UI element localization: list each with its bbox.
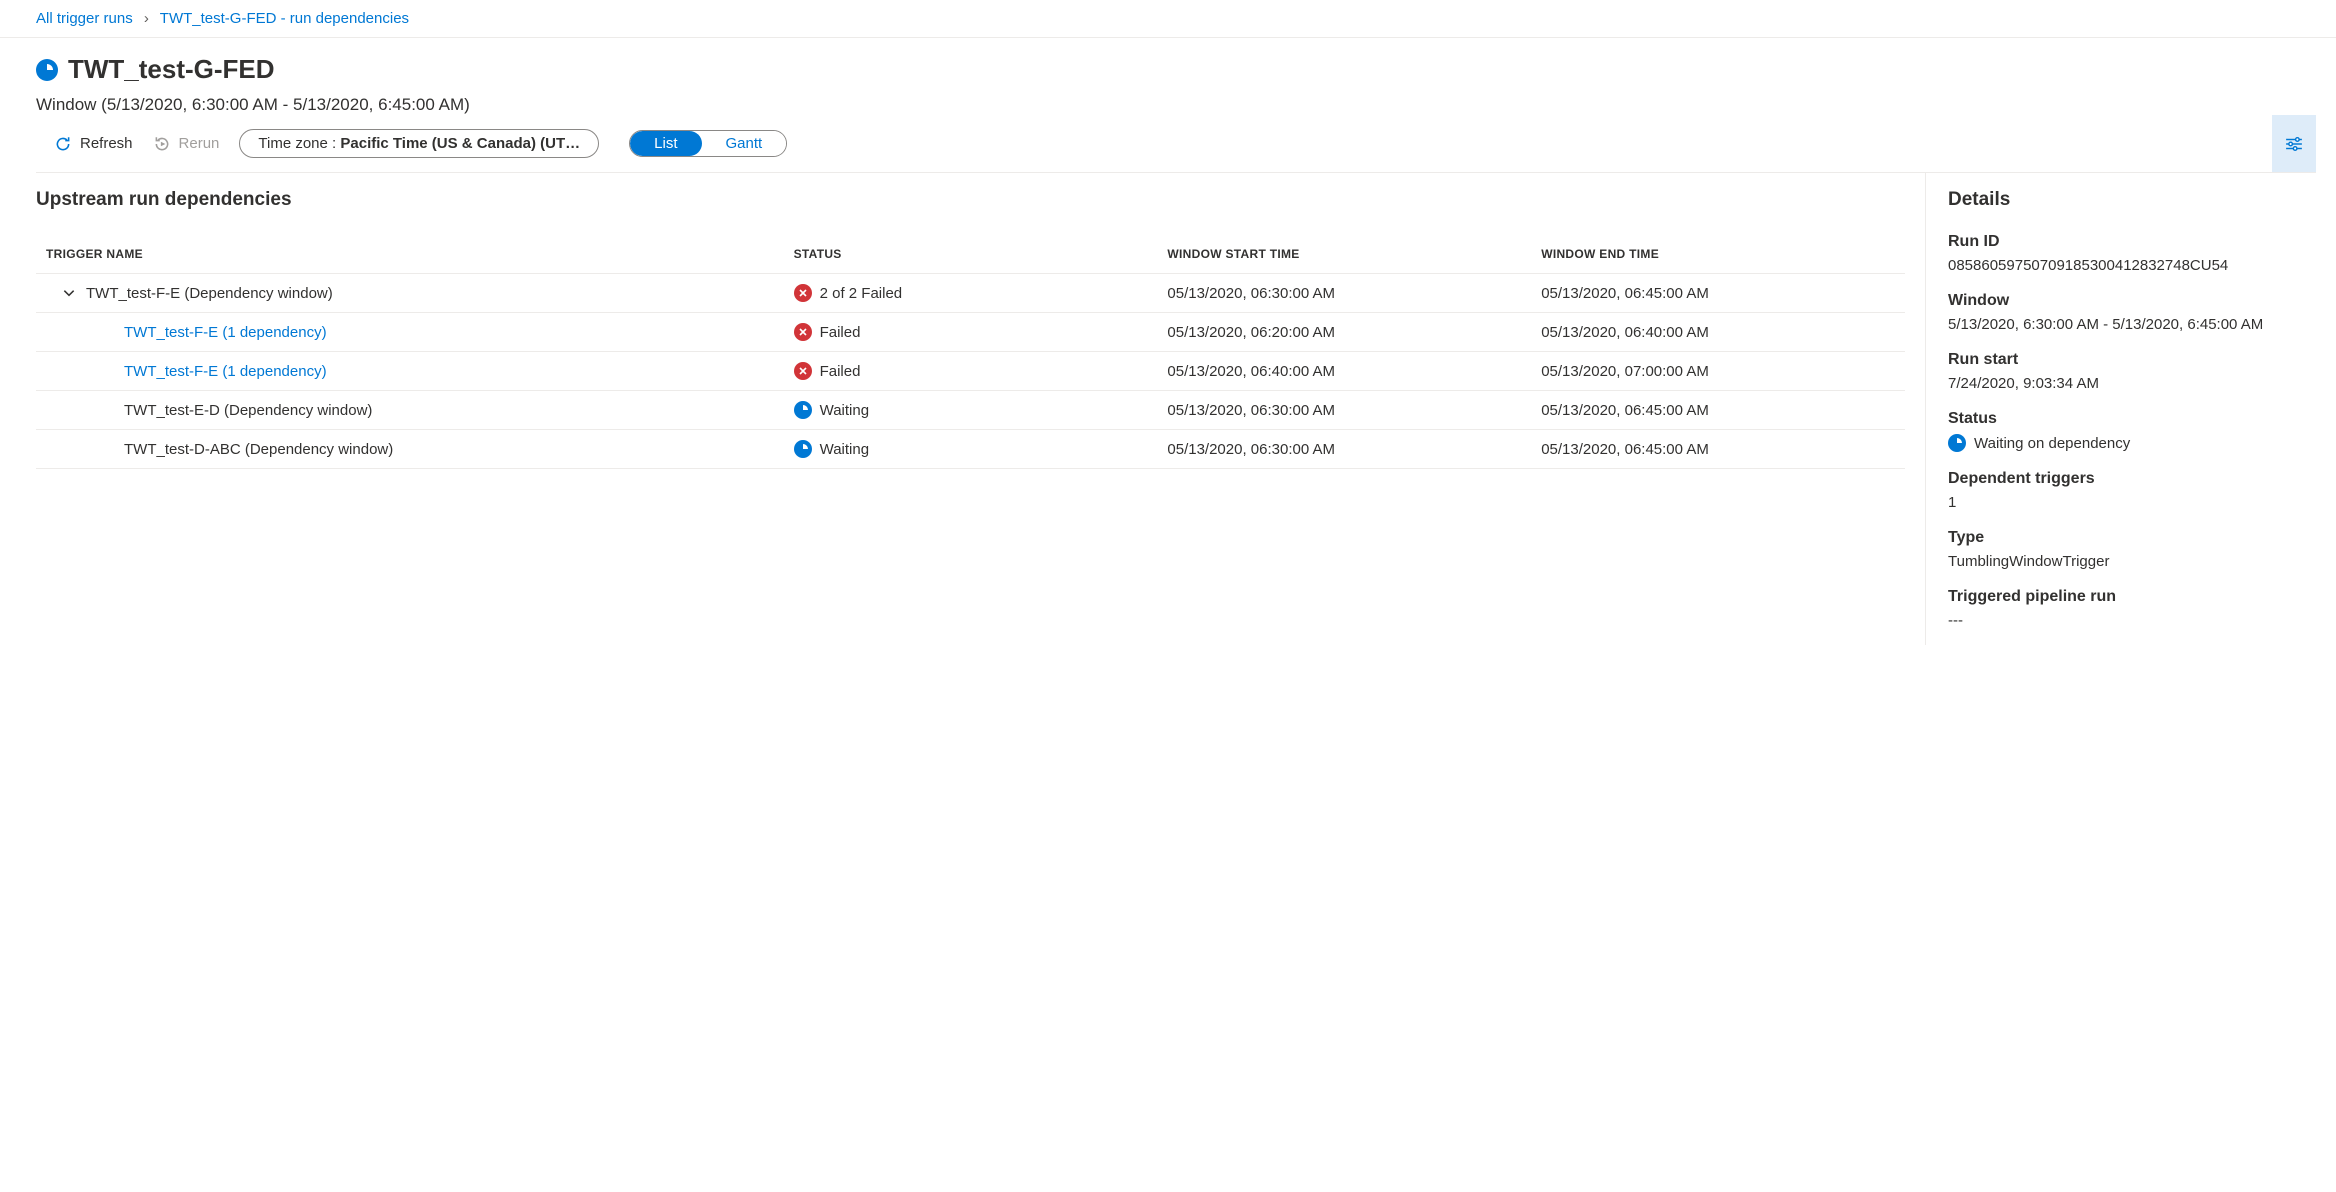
window-start: 05/13/2020, 06:20:00 AM	[1157, 313, 1531, 352]
table-row[interactable]: TWT_test-F-E (1 dependency) Failed 05/13/2…	[36, 352, 1905, 391]
chevron-down-icon[interactable]	[62, 286, 76, 300]
dependencies-table: TRIGGER NAME STATUS WINDOW START TIME WI…	[36, 235, 1905, 469]
table-row[interactable]: TWT_test-D-ABC (Dependency window) Waitin…	[36, 430, 1905, 469]
sliders-icon	[2285, 135, 2303, 153]
label-run-id: Run ID	[1948, 233, 2314, 251]
window-end: 05/13/2020, 06:40:00 AM	[1531, 313, 1905, 352]
page-header: TWT_test-G-FED Window (5/13/2020, 6:30:0…	[0, 38, 2336, 173]
clock-icon	[794, 440, 812, 458]
window-start: 05/13/2020, 06:30:00 AM	[1157, 391, 1531, 430]
filter-button[interactable]	[2272, 115, 2316, 172]
refresh-button[interactable]: Refresh	[54, 135, 133, 153]
failed-icon	[794, 323, 812, 341]
section-title: Upstream run dependencies	[36, 189, 1905, 211]
value-run-id: 08586059750709185300412832748CU54	[1948, 257, 2314, 274]
main-panel: Upstream run dependencies TRIGGER NAME S…	[0, 173, 1926, 645]
value-window: 5/13/2020, 6:30:00 AM - 5/13/2020, 6:45:…	[1948, 316, 2314, 333]
view-list-button[interactable]: List	[630, 131, 701, 156]
breadcrumb-root[interactable]: All trigger runs	[36, 10, 133, 27]
col-window-start[interactable]: WINDOW START TIME	[1157, 235, 1531, 274]
window-start: 05/13/2020, 06:30:00 AM	[1157, 274, 1531, 313]
value-type: TumblingWindowTrigger	[1948, 553, 2314, 570]
details-panel: Details Run ID 0858605975070918530041283…	[1926, 173, 2336, 645]
timezone-selector[interactable]: Time zone : Pacific Time (US & Canada) (…	[239, 129, 599, 158]
table-row[interactable]: TWT_test-F-E (Dependency window) 2 of 2 F…	[36, 274, 1905, 313]
rerun-button: Rerun	[153, 135, 220, 153]
view-gantt-button[interactable]: Gantt	[702, 131, 787, 156]
breadcrumb-separator: ›	[144, 10, 149, 27]
view-toggle: List Gantt	[629, 130, 787, 157]
label-run-start: Run start	[1948, 351, 2314, 369]
table-row[interactable]: TWT_test-E-D (Dependency window) Waiting 0…	[36, 391, 1905, 430]
table-row[interactable]: TWT_test-F-E (1 dependency) Failed 05/13/2…	[36, 313, 1905, 352]
rerun-icon	[153, 135, 171, 153]
details-heading: Details	[1948, 189, 2314, 211]
status-text: 2 of 2 Failed	[820, 285, 903, 302]
window-start: 05/13/2020, 06:40:00 AM	[1157, 352, 1531, 391]
clock-icon	[794, 401, 812, 419]
breadcrumb-current: TWT_test-G-FED - run dependencies	[160, 10, 409, 27]
trigger-name: TWT_test-E-D (Dependency window)	[124, 402, 372, 419]
breadcrumb: All trigger runs › TWT_test-G-FED - run …	[0, 0, 2336, 38]
window-end: 05/13/2020, 06:45:00 AM	[1531, 391, 1905, 430]
col-status[interactable]: STATUS	[784, 235, 1158, 274]
status-text: Failed	[820, 324, 861, 341]
value-pipeline-run: ---	[1948, 612, 2314, 629]
window-end: 05/13/2020, 07:00:00 AM	[1531, 352, 1905, 391]
failed-icon	[794, 362, 812, 380]
status-text: Waiting	[820, 441, 869, 458]
failed-icon	[794, 284, 812, 302]
label-pipeline-run: Triggered pipeline run	[1948, 588, 2314, 606]
toolbar: Refresh Rerun Time zone : Pacific Time (…	[36, 115, 2316, 173]
label-status: Status	[1948, 410, 2314, 428]
status-text: Failed	[820, 363, 861, 380]
page-title: TWT_test-G-FED	[68, 54, 275, 85]
window-end: 05/13/2020, 06:45:00 AM	[1531, 430, 1905, 469]
clock-icon	[36, 59, 58, 81]
trigger-name: TWT_test-F-E (Dependency window)	[86, 285, 333, 302]
trigger-name[interactable]: TWT_test-F-E (1 dependency)	[124, 363, 327, 380]
window-end: 05/13/2020, 06:45:00 AM	[1531, 274, 1905, 313]
clock-icon	[1948, 434, 1966, 452]
value-run-start: 7/24/2020, 9:03:34 AM	[1948, 375, 2314, 392]
label-dependent-triggers: Dependent triggers	[1948, 470, 2314, 488]
refresh-icon	[54, 135, 72, 153]
trigger-name[interactable]: TWT_test-F-E (1 dependency)	[124, 324, 327, 341]
value-status: Waiting on dependency	[1948, 434, 2314, 452]
window-start: 05/13/2020, 06:30:00 AM	[1157, 430, 1531, 469]
window-subtitle: Window (5/13/2020, 6:30:00 AM - 5/13/202…	[36, 95, 2316, 115]
col-trigger-name[interactable]: TRIGGER NAME	[36, 235, 784, 274]
label-type: Type	[1948, 529, 2314, 547]
value-dependent-triggers: 1	[1948, 494, 2314, 511]
col-window-end[interactable]: WINDOW END TIME	[1531, 235, 1905, 274]
label-window: Window	[1948, 292, 2314, 310]
trigger-name: TWT_test-D-ABC (Dependency window)	[124, 441, 393, 458]
status-text: Waiting	[820, 402, 869, 419]
